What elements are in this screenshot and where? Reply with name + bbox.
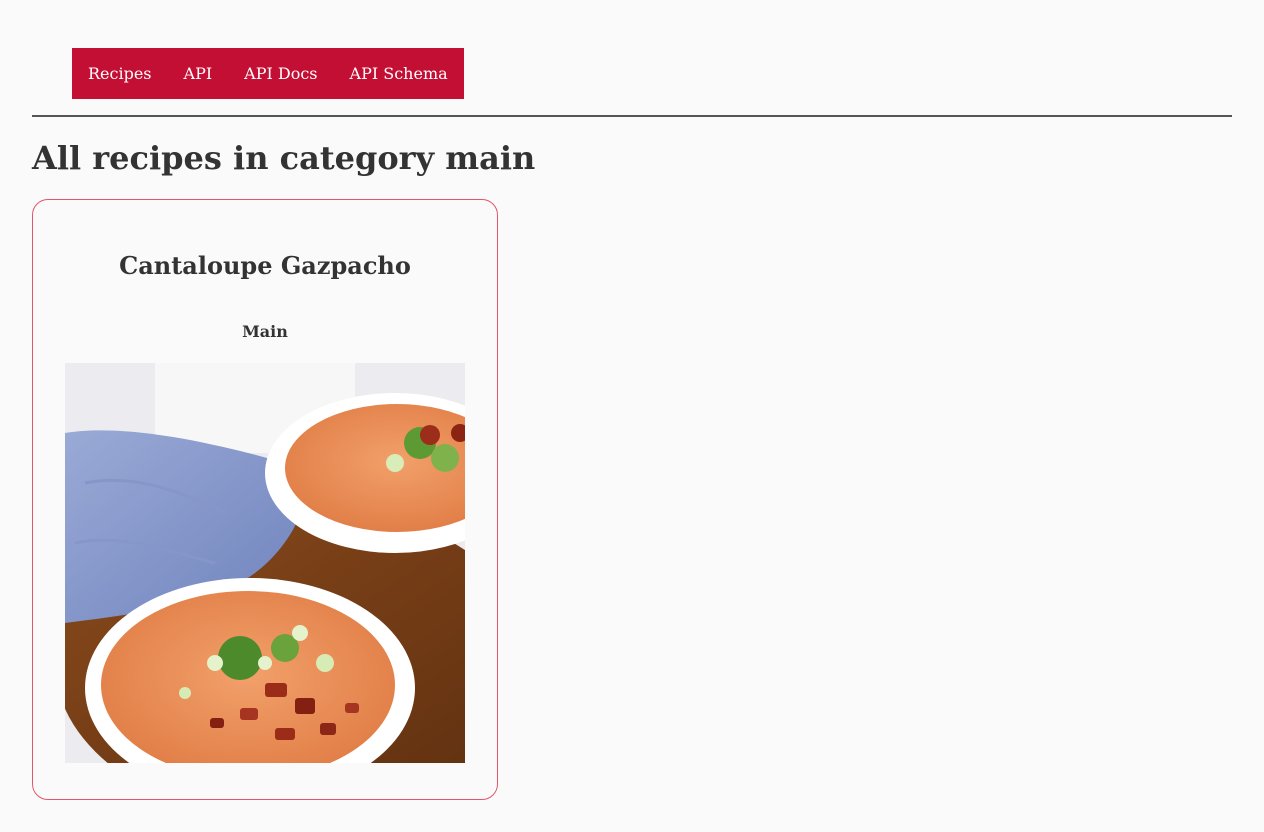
recipe-image[interactable] [65, 363, 465, 763]
gazpacho-photo [65, 363, 465, 763]
main-nav: Recipes API API Docs API Schema [72, 48, 464, 99]
nav-link-api[interactable]: API [184, 64, 213, 83]
header-divider [32, 115, 1232, 117]
nav-link-api-docs[interactable]: API Docs [244, 64, 317, 83]
recipe-card[interactable]: Cantaloupe Gazpacho Main [32, 199, 498, 800]
recipe-category: Main [242, 322, 288, 341]
page-title: All recipes in category main [32, 139, 536, 177]
page: Recipes API API Docs API Schema All reci… [0, 0, 1264, 832]
recipe-title[interactable]: Cantaloupe Gazpacho [33, 250, 497, 282]
nav-link-api-schema[interactable]: API Schema [350, 64, 448, 83]
nav-link-recipes[interactable]: Recipes [88, 64, 152, 83]
